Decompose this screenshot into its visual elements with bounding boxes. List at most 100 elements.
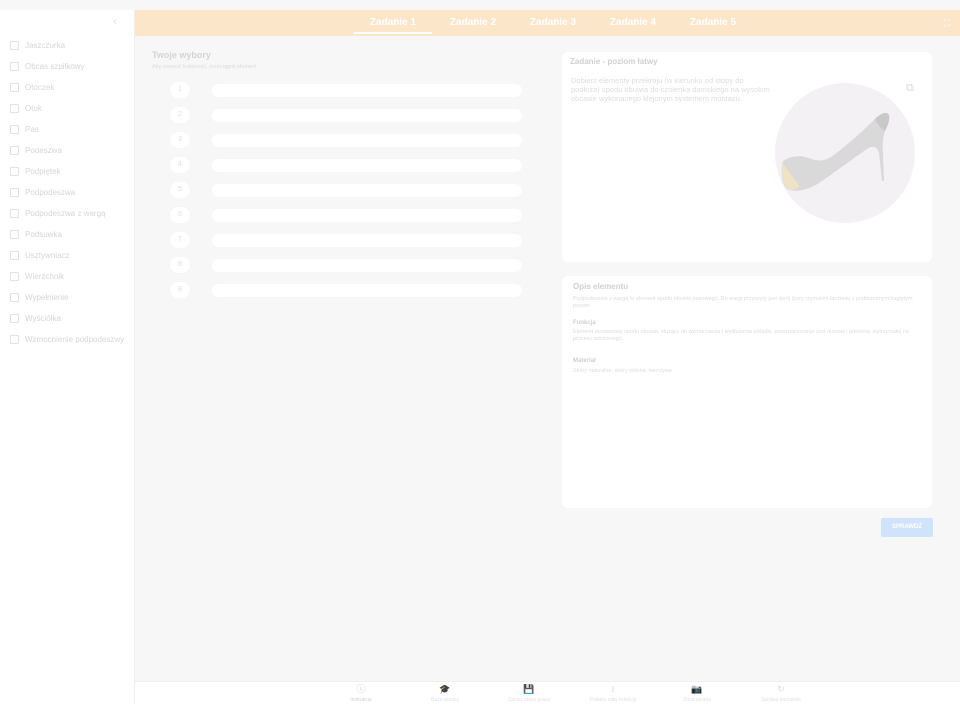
toolbar-label: Instrukcja bbox=[350, 697, 372, 703]
slot-number: 8 bbox=[170, 257, 190, 273]
drop-slot[interactable] bbox=[212, 84, 522, 97]
sidebar-item[interactable]: Otok bbox=[0, 102, 134, 123]
sidebar-item-label: Wyściółka bbox=[25, 314, 61, 323]
tab-zadanie-3[interactable]: Zadanie 3 bbox=[513, 10, 593, 36]
sidebar-item[interactable]: Wzmocnienie podpodeszwy bbox=[0, 333, 134, 365]
tab-zadanie-4[interactable]: Zadanie 4 bbox=[593, 10, 673, 36]
graduation-cap-icon: 🎓 bbox=[439, 684, 451, 694]
checkbox[interactable] bbox=[10, 146, 19, 155]
slot-number: 5 bbox=[170, 182, 190, 198]
tab-zadanie-2[interactable]: Zadanie 2 bbox=[433, 10, 513, 36]
checkbox[interactable] bbox=[10, 125, 19, 134]
checkbox[interactable] bbox=[10, 335, 19, 344]
sidebar-item-label: Podpiętek bbox=[25, 167, 61, 176]
material-heading: Materiał bbox=[573, 358, 596, 364]
element-sidebar: ‹ Jaszczurka Obcas szpilkowy Otoczek Otok Pa… bbox=[0, 10, 135, 704]
sidebar-item-label: Podpodeszwa bbox=[25, 188, 76, 197]
high-heel-shoe-icon bbox=[781, 112, 890, 191]
sidebar-item-label: Podeszwa bbox=[25, 146, 62, 155]
sidebar-item[interactable]: Wypełnienie bbox=[0, 291, 134, 312]
checkbox[interactable] bbox=[10, 83, 19, 92]
toolbar-label: Spróbuj ponownie bbox=[760, 697, 802, 703]
checkbox[interactable] bbox=[10, 209, 19, 218]
slot-number: 7 bbox=[170, 232, 190, 248]
toolbar-label: Zrzut ekranu bbox=[682, 697, 712, 703]
checkbox[interactable] bbox=[10, 104, 19, 113]
element-list: Jaszczurka Obcas szpilkowy Otoczek Otok Pas P… bbox=[0, 34, 134, 365]
toolbar-button[interactable]: 🎓 Baza wiedzy bbox=[403, 684, 487, 703]
checkbox[interactable] bbox=[10, 41, 19, 50]
description-title: Opis elementu bbox=[573, 282, 629, 291]
task-tabs: Zadanie 1 Zadanie 2 Zadanie 3 Zadanie 4 Zada… bbox=[353, 10, 753, 36]
checkbox[interactable] bbox=[10, 167, 19, 176]
download-icon: ⭳ bbox=[611, 684, 615, 694]
top-strip bbox=[0, 0, 960, 10]
slot-number: 2 bbox=[170, 107, 190, 123]
checkbox[interactable] bbox=[10, 272, 19, 281]
toolbar-button[interactable]: 📷 Zrzut ekranu bbox=[655, 684, 739, 703]
checkbox[interactable] bbox=[10, 314, 19, 323]
sidebar-item-label: Podsuwka bbox=[25, 230, 62, 239]
sidebar-item[interactable]: Wierzchnik bbox=[0, 270, 134, 291]
sidebar-item-label: Wzmocnienie podpodeszwy bbox=[25, 335, 125, 344]
tab-zadanie-1[interactable]: Zadanie 1 bbox=[353, 10, 433, 36]
tab-zadanie-5[interactable]: Zadanie 5 bbox=[673, 10, 753, 36]
choices-subtitle: Aby zmienić kolejność, przeciągnij eleme… bbox=[152, 64, 257, 70]
save-icon: 💾 bbox=[523, 684, 535, 694]
sidebar-item-label: Podpodeszwa z wargą bbox=[25, 209, 106, 218]
slot-number: 6 bbox=[170, 207, 190, 223]
material-text: Skóry naturalne, skóry wtórne, tworzywa bbox=[573, 368, 672, 374]
camera-icon: 📷 bbox=[691, 684, 703, 694]
info-icon: ⓘ bbox=[356, 684, 366, 694]
sidebar-item[interactable]: Podpodeszwa z wargą bbox=[0, 207, 134, 228]
sidebar-item-label: Wierzchnik bbox=[25, 272, 65, 281]
checkbox[interactable] bbox=[10, 293, 19, 302]
check-button[interactable]: SPRAWDŹ bbox=[881, 518, 933, 537]
sidebar-item-label: Otok bbox=[25, 104, 42, 113]
sidebar-item[interactable]: Podpiętek bbox=[0, 165, 134, 186]
drop-slot[interactable] bbox=[212, 209, 522, 222]
drop-slot[interactable] bbox=[212, 259, 522, 272]
sidebar-item[interactable]: Podeszwa bbox=[0, 144, 134, 165]
sidebar-item-label: Otoczek bbox=[25, 83, 55, 92]
sidebar-item-label: Obcas szpilkowy bbox=[25, 62, 85, 71]
drop-slot[interactable] bbox=[212, 234, 522, 247]
sidebar-item[interactable]: Podpodeszwa bbox=[0, 186, 134, 207]
sidebar-item[interactable]: Podsuwka bbox=[0, 228, 134, 249]
sidebar-item[interactable]: Otoczek bbox=[0, 81, 134, 102]
toolbar-button[interactable]: ↻ Spróbuj ponownie bbox=[739, 684, 823, 703]
task-title: Zadanie - poziom łatwy bbox=[570, 57, 658, 66]
fullscreen-icon[interactable]: ⛶ bbox=[944, 18, 954, 28]
choices-title: Twoje wybory bbox=[152, 50, 211, 60]
toolbar-label: Zapisz stany pracy bbox=[508, 697, 550, 703]
bottom-toolbar: ⓘ Instrukcja 🎓 Baza wiedzy 💾 Zapisz stany pra… bbox=[135, 681, 960, 704]
sidebar-item-label: Jaszczurka bbox=[25, 41, 66, 50]
checkbox[interactable] bbox=[10, 251, 19, 260]
checkbox[interactable] bbox=[10, 230, 19, 239]
slot-number: 9 bbox=[170, 282, 190, 298]
slot-number: 1 bbox=[170, 82, 190, 98]
toolbar-label: Baza wiedzy bbox=[430, 697, 460, 703]
toolbar-button[interactable]: 💾 Zapisz stany pracy bbox=[487, 684, 571, 703]
refresh-icon: ↻ bbox=[777, 684, 785, 694]
sidebar-item[interactable]: Obcas szpilkowy bbox=[0, 60, 134, 81]
drop-slot[interactable] bbox=[212, 109, 522, 122]
toolbar-button[interactable]: ⓘ Instrukcja bbox=[319, 684, 403, 703]
drop-slot[interactable] bbox=[212, 134, 522, 147]
drop-slot[interactable] bbox=[212, 159, 522, 172]
shoe-image bbox=[775, 83, 915, 223]
sidebar-item[interactable]: Jaszczurka bbox=[0, 39, 134, 60]
sidebar-item-label: Pas bbox=[25, 125, 39, 134]
toolbar-button[interactable]: ⭳ Pobierz całą kolekcję bbox=[571, 684, 655, 703]
chevron-left-icon[interactable]: ‹ bbox=[108, 14, 122, 28]
drop-slot[interactable] bbox=[212, 284, 522, 297]
sidebar-item[interactable]: Usztywniacz bbox=[0, 249, 134, 270]
checkbox[interactable] bbox=[10, 188, 19, 197]
description-intro: Podpodeszwa z wargą to element spodu obu… bbox=[573, 296, 913, 309]
sidebar-item[interactable]: Wyściółka bbox=[0, 312, 134, 333]
drop-slot[interactable] bbox=[212, 184, 522, 197]
sidebar-item-label: Usztywniacz bbox=[25, 251, 70, 260]
sidebar-item[interactable]: Pas bbox=[0, 123, 134, 144]
toolbar-items: ⓘ Instrukcja 🎓 Baza wiedzy 💾 Zapisz stany pra… bbox=[319, 684, 823, 703]
checkbox[interactable] bbox=[10, 62, 19, 71]
